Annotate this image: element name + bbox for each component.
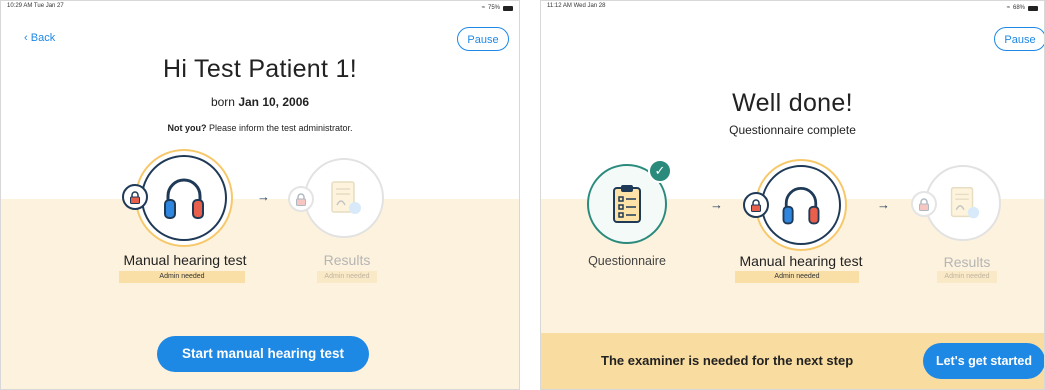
step-results-circle [304, 158, 384, 238]
pause-button[interactable]: Pause [994, 27, 1044, 51]
arrow-right-icon: → [877, 197, 890, 212]
status-time: 10:29 AM Tue Jan 27 [7, 3, 64, 9]
well-done-title: Well done! [732, 89, 853, 117]
check-icon: ✓ [648, 159, 672, 183]
chevron-left-icon: ‹ [24, 32, 28, 44]
step-manual-hearing-circle[interactable] [141, 155, 227, 241]
battery-percent: 75% [487, 5, 500, 11]
battery-percent: 68% [1012, 5, 1025, 11]
arrow-right-icon: → [710, 197, 723, 212]
lock-badge [122, 184, 148, 210]
start-manual-hearing-button[interactable]: Start manual hearing test [157, 336, 369, 372]
arrow-right-icon: → [257, 189, 270, 204]
questionnaire-complete-subtitle: Questionnaire complete [729, 123, 856, 137]
lock-icon [919, 197, 929, 211]
results-doc-icon [331, 181, 361, 214]
not-you-rest: Please inform the test administrator. [208, 123, 353, 133]
status-bar: 11:12 AM Wed Jan 28 ≈ 68% [547, 3, 1038, 13]
back-label: Back [30, 32, 56, 44]
born-date: Jan 10, 2006 [238, 95, 310, 109]
not-you-note: Not you? Please inform the test administ… [1, 123, 519, 133]
lock-icon [296, 192, 306, 206]
lets-get-started-button[interactable]: Let's get started [923, 343, 1044, 379]
results-doc-icon [950, 187, 980, 219]
pause-button[interactable]: Pause [457, 27, 509, 51]
battery-icon [1028, 5, 1038, 11]
right-screen: 11:12 AM Wed Jan 28 ≈ 68% Pause Well don… [540, 0, 1045, 390]
born-prefix: born [210, 95, 235, 109]
greeting-title: Hi Test Patient 1! [163, 55, 357, 83]
hand-pointer-icon [349, 202, 361, 214]
step-label-results: Results [943, 254, 991, 270]
admin-needed-tag-faded: Admin needed [317, 271, 377, 283]
headphones-icon [164, 178, 204, 219]
left-screen: 10:29 AM Tue Jan 27 ≈ 75% ‹ Back Pause H… [0, 0, 520, 390]
lock-badge [743, 192, 769, 218]
banner-text: The examiner is needed for the next step [601, 353, 854, 368]
admin-needed-tag: Admin needed [119, 271, 245, 283]
wifi-icon: ≈ [1006, 5, 1010, 11]
lock-badge-faded [911, 191, 937, 217]
status-bar: 10:29 AM Tue Jan 27 ≈ 75% [7, 3, 513, 13]
born-line: born Jan 10, 2006 [1, 95, 519, 109]
status-time: 11:12 AM Wed Jan 28 [547, 3, 606, 9]
headphones-icon [782, 187, 820, 225]
step-label-questionnaire: Questionnaire [588, 254, 666, 268]
lock-icon [130, 190, 140, 204]
not-you-bold: Not you? [167, 123, 207, 133]
admin-needed-tag-faded: Admin needed [937, 271, 997, 283]
step-manual-hearing-circle[interactable] [761, 165, 841, 245]
wifi-icon: ≈ [481, 5, 485, 11]
lock-badge-faded [288, 186, 314, 212]
hand-pointer-icon [967, 206, 980, 219]
battery-icon [503, 5, 513, 11]
lock-icon [751, 198, 761, 212]
admin-needed-tag: Admin needed [735, 271, 859, 283]
back-button[interactable]: ‹ Back [24, 32, 55, 44]
clipboard-icon [613, 185, 641, 223]
step-label-results: Results [323, 252, 371, 268]
step-label-manual-hearing: Manual hearing test [123, 252, 247, 268]
step-label-manual-hearing: Manual hearing test [739, 253, 863, 269]
